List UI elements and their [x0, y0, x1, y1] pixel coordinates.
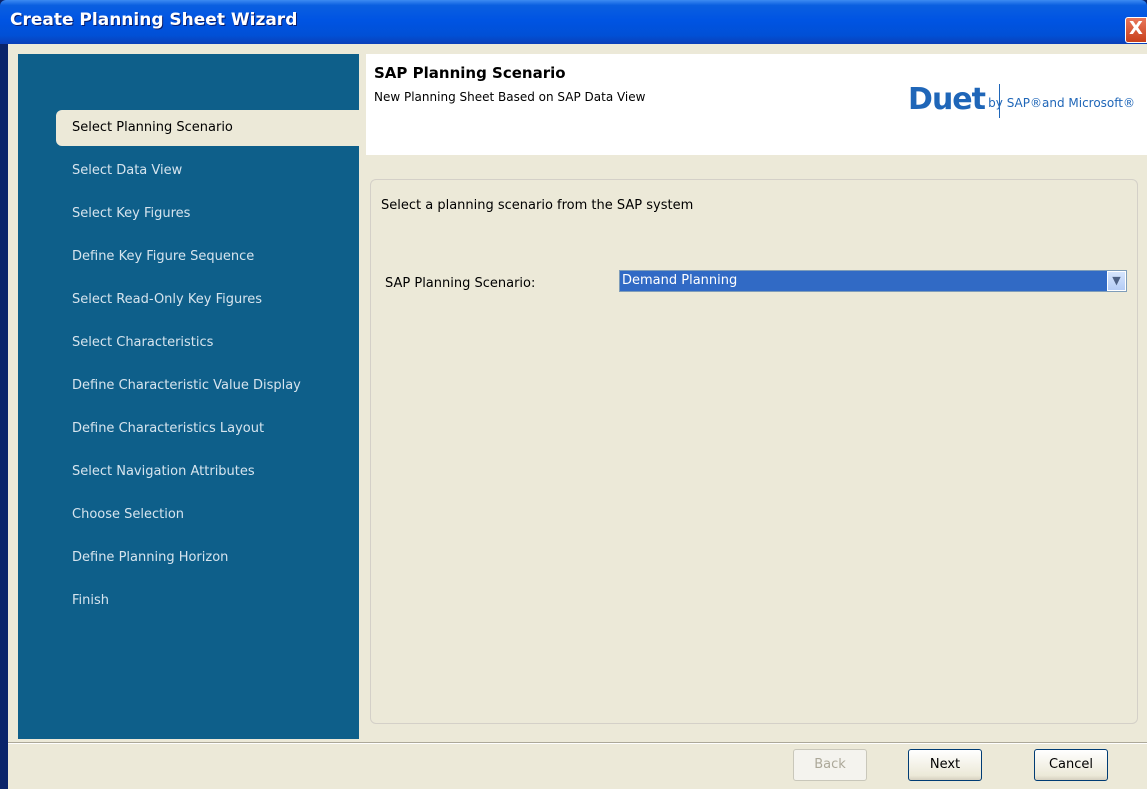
title-bar[interactable]: Create Planning Sheet Wizard X [0, 0, 1147, 44]
page-header: SAP Planning Scenario New Planning Sheet… [366, 54, 1147, 155]
planning-scenario-select[interactable]: Demand Planning ▼ [619, 270, 1127, 292]
logo-main-text: Duet [908, 82, 986, 117]
sidebar-item-define-characteristic-value-display[interactable]: Define Characteristic Value Display [18, 368, 359, 404]
logo-tagline: by SAP®and Microsoft® [988, 96, 1135, 110]
page-subtitle: New Planning Sheet Based on SAP Data Vie… [374, 90, 646, 104]
duet-logo: Duet by SAP®and Microsoft® [865, 82, 1135, 122]
instruction-text: Select a planning scenario from the SAP … [381, 198, 694, 213]
sidebar-item-select-key-figures[interactable]: Select Key Figures [18, 196, 359, 232]
sidebar-item-define-characteristics-layout[interactable]: Define Characteristics Layout [18, 411, 359, 447]
cancel-button[interactable]: Cancel [1034, 749, 1108, 781]
client-area: Select Planning Scenario Select Data Vie… [8, 44, 1147, 789]
sidebar-item-finish[interactable]: Finish [18, 583, 359, 619]
sidebar-item-choose-selection[interactable]: Choose Selection [18, 497, 359, 533]
back-button[interactable]: Back [793, 749, 867, 781]
chevron-down-icon[interactable]: ▼ [1107, 271, 1126, 291]
sidebar-item-select-characteristics[interactable]: Select Characteristics [18, 325, 359, 361]
sidebar-item-select-planning-scenario[interactable]: Select Planning Scenario [56, 110, 359, 146]
sidebar-item-define-planning-horizon[interactable]: Define Planning Horizon [18, 540, 359, 576]
page-title: SAP Planning Scenario [374, 64, 566, 82]
footer-divider-highlight [8, 743, 1147, 744]
content-panel: Select a planning scenario from the SAP … [370, 179, 1138, 724]
window-title: Create Planning Sheet Wizard [10, 10, 298, 30]
wizard-window: Create Planning Sheet Wizard X Select Pl… [0, 0, 1147, 789]
scenario-field-label: SAP Planning Scenario: [385, 276, 536, 291]
sidebar-item-select-data-view[interactable]: Select Data View [18, 153, 359, 189]
sidebar-item-define-key-figure-sequence[interactable]: Define Key Figure Sequence [18, 239, 359, 275]
planning-scenario-value: Demand Planning [622, 273, 738, 288]
sidebar-item-select-navigation-attributes[interactable]: Select Navigation Attributes [18, 454, 359, 490]
wizard-steps-sidebar: Select Planning Scenario Select Data Vie… [18, 54, 359, 739]
close-icon[interactable]: X [1125, 17, 1147, 43]
next-button[interactable]: Next [908, 749, 982, 781]
sidebar-item-select-read-only-key-figures[interactable]: Select Read-Only Key Figures [18, 282, 359, 318]
